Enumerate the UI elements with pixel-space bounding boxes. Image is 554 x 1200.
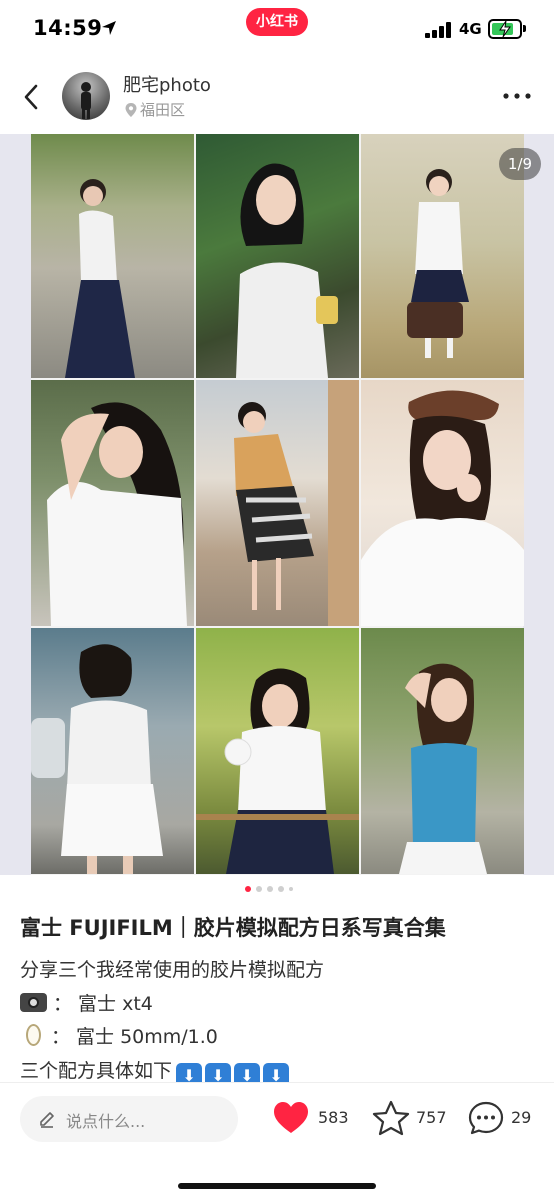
photo-7	[31, 628, 194, 874]
photo-collage[interactable]	[31, 134, 524, 875]
collect-count: 757	[416, 1108, 447, 1127]
comment-input[interactable]: 说点什么...	[20, 1096, 238, 1142]
like-count: 583	[318, 1108, 349, 1127]
location-label[interactable]: 福田区	[140, 99, 185, 120]
location-pin-icon	[125, 103, 137, 117]
post-line-2: ： 富士 xt4	[20, 989, 153, 1016]
portrait-figure	[236, 163, 338, 378]
pencil-icon	[40, 1112, 54, 1128]
portrait-figure	[65, 179, 135, 378]
portrait-figure	[31, 644, 163, 874]
home-indicator[interactable]	[178, 1183, 376, 1189]
photo-carousel[interactable]: 1/9	[0, 134, 554, 875]
pagination-dot	[256, 886, 262, 892]
portrait-figure	[47, 402, 187, 626]
location-arrow-icon	[102, 21, 116, 35]
down-arrow-icons: ⬇ ⬇ ⬇ ⬇	[176, 1060, 292, 1089]
post-title: 富士 FUJIFILM｜胶片模拟配方日系写真合集	[20, 916, 446, 940]
bottom-action-bar: 说点什么... 583 757 29	[0, 1082, 554, 1200]
portrait-figure	[399, 663, 487, 874]
portrait-figure	[234, 380, 359, 626]
battery-cap	[523, 25, 526, 32]
app-badge[interactable]: 小红书	[246, 8, 308, 36]
post-line-3: ： 富士 50mm/1.0	[20, 1022, 218, 1049]
portrait-figure	[361, 390, 524, 626]
photo-9	[361, 628, 524, 874]
pagination-dot	[245, 886, 251, 892]
recipe-intro-text: 三个配方具体如下	[20, 1060, 173, 1082]
pagination-dot	[267, 886, 273, 892]
pagination-dot	[289, 887, 293, 891]
charging-bolt-icon	[499, 20, 511, 38]
author-name[interactable]: 肥宅photo	[123, 71, 211, 97]
network-label: 4G	[459, 20, 482, 38]
comment-button[interactable]: 29	[467, 1100, 547, 1136]
avatar-figure	[81, 82, 91, 119]
collect-button[interactable]: 757	[372, 1100, 462, 1136]
status-time: 14:59	[33, 16, 103, 40]
post-header: 肥宅photo 福田区	[0, 58, 554, 134]
photo-4	[31, 380, 194, 626]
author-avatar[interactable]	[62, 72, 110, 120]
lens-model-text: ： 富士 50mm/1.0	[51, 1026, 218, 1048]
photo-6	[361, 380, 524, 626]
like-button[interactable]: 583	[272, 1100, 362, 1136]
heart-icon	[274, 1102, 308, 1133]
pagination-dots	[245, 885, 305, 893]
pagination-dot	[278, 886, 284, 892]
page-counter: 1/9	[499, 148, 541, 180]
comment-placeholder: 说点什么...	[66, 1112, 146, 1131]
camera-icon	[20, 993, 47, 1012]
comment-count: 29	[511, 1108, 532, 1127]
photo-2	[196, 134, 359, 378]
star-icon	[372, 1100, 410, 1136]
back-button[interactable]	[16, 78, 50, 116]
status-bar: 14:59 小红书 4G	[0, 0, 554, 58]
camera-model-text: ： 富士 xt4	[53, 993, 153, 1015]
photo-8	[196, 628, 359, 874]
comment-bubble-icon	[468, 1101, 504, 1135]
more-options-button[interactable]	[498, 84, 536, 108]
lens-icon	[26, 1024, 41, 1046]
signal-icon	[425, 22, 451, 38]
post-line-1: 分享三个我经常使用的胶片模拟配方	[20, 959, 325, 981]
photo-1	[31, 134, 194, 378]
photo-5	[196, 380, 359, 626]
portrait-figure	[196, 668, 359, 874]
